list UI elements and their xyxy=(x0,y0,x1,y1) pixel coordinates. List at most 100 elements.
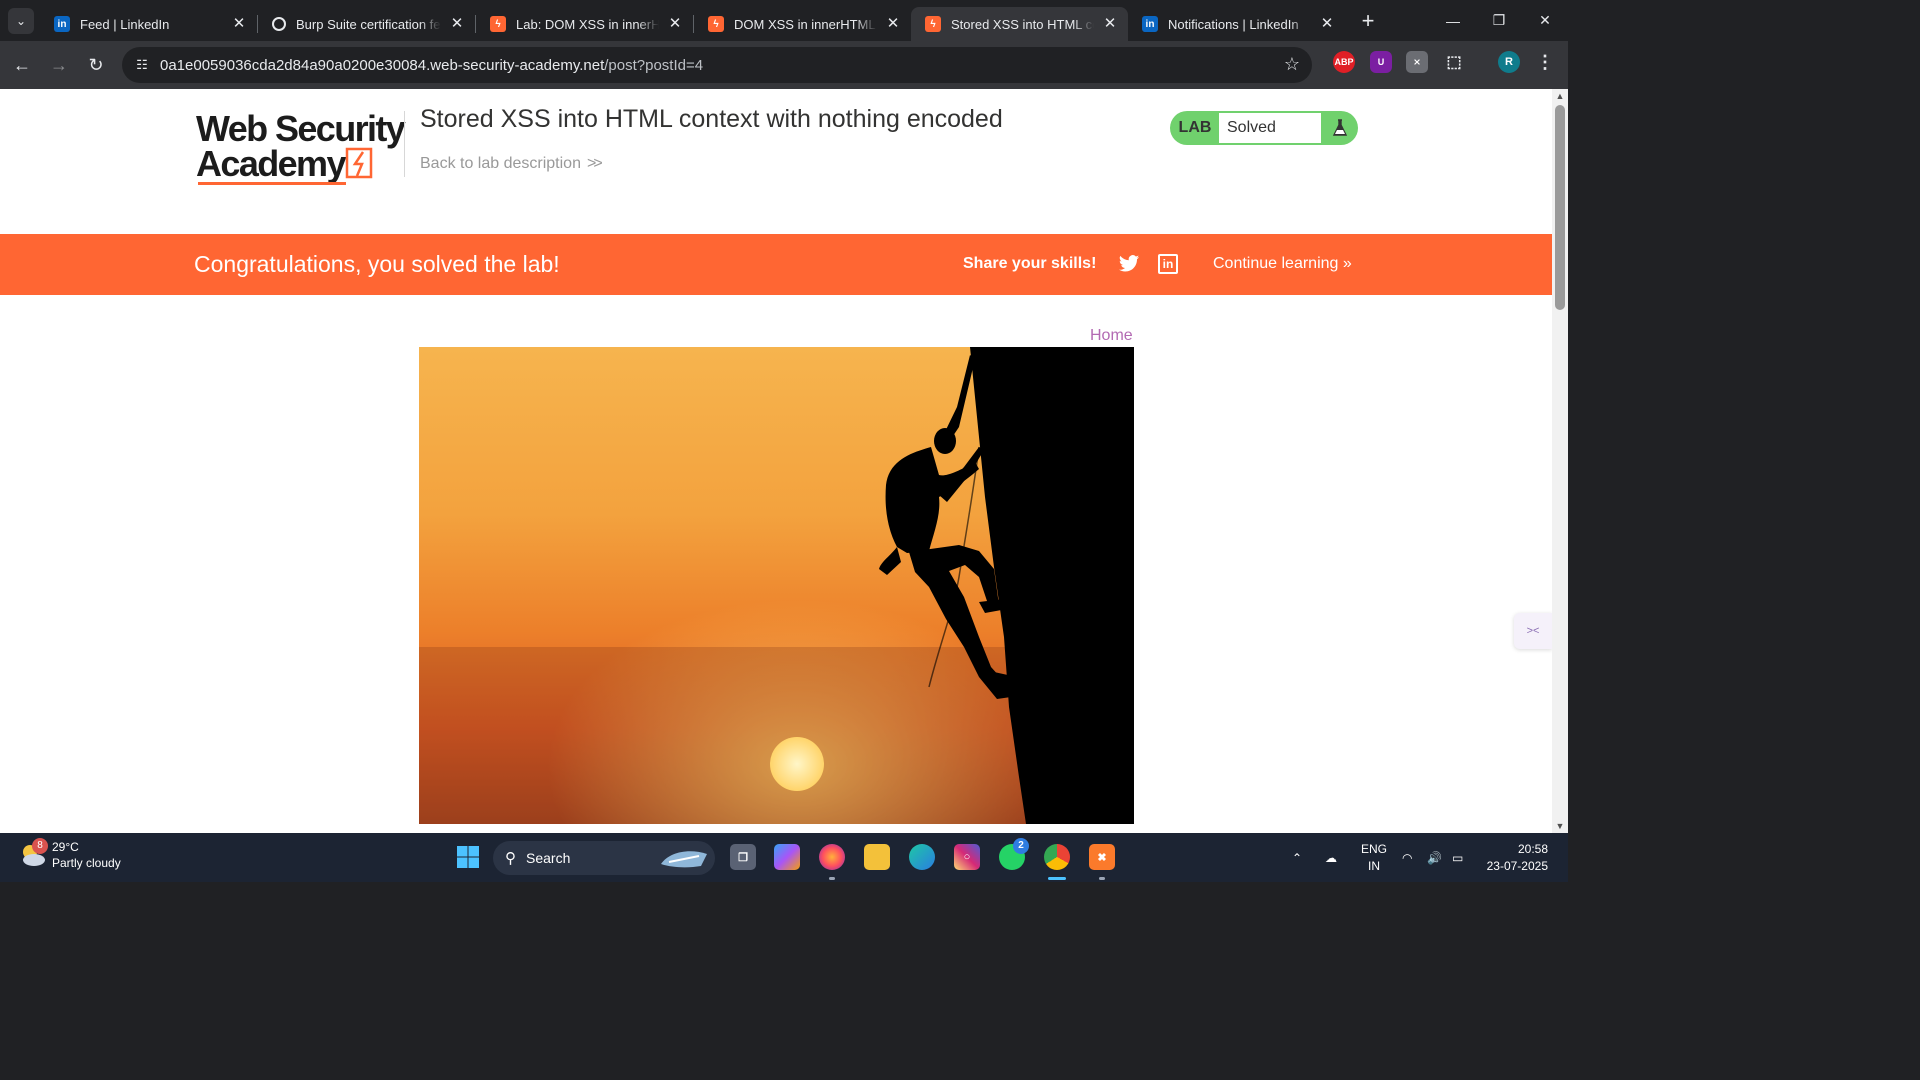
partly-cloudy-icon: 8 xyxy=(18,838,48,870)
system-clock[interactable]: 20:58 23-07-2025 xyxy=(1484,841,1548,875)
weather-desc: Partly cloudy xyxy=(52,856,121,870)
kebab-menu-icon[interactable]: ⋮ xyxy=(1534,51,1556,73)
minimize-icon[interactable]: — xyxy=(1430,0,1476,41)
profile-avatar[interactable]: R xyxy=(1498,51,1520,73)
lab-status-label: LAB xyxy=(1178,119,1212,136)
tab-search-button[interactable]: ⌄ xyxy=(8,7,34,34)
address-bar[interactable]: ☷ 0a1e0059036cda2d84a90a0200e30084.web-s… xyxy=(122,47,1312,83)
firefox-icon[interactable] xyxy=(819,844,845,870)
url-path: /post?postId=4 xyxy=(604,56,704,74)
close-icon[interactable]: ✕ xyxy=(667,16,683,32)
new-tab-button[interactable]: + xyxy=(1355,8,1381,34)
home-link[interactable]: Home xyxy=(1090,327,1133,345)
close-icon[interactable]: ✕ xyxy=(1319,16,1335,32)
linkedin-share-icon[interactable]: in xyxy=(1158,254,1178,274)
tab-title: DOM XSS in innerHTML sink xyxy=(734,16,877,32)
edge-icon[interactable] xyxy=(909,844,935,870)
floating-extension-widget[interactable]: >< xyxy=(1514,613,1552,649)
search-icon: ⚲ xyxy=(505,850,516,867)
code-icon: >< xyxy=(1526,625,1540,637)
close-window-icon[interactable]: ✕ xyxy=(1522,0,1568,41)
running-indicator xyxy=(829,877,835,880)
reload-icon[interactable]: ↻ xyxy=(80,49,112,81)
windows-taskbar: 8 29°C Partly cloudy ⚲ Search ❐ ○ 2 ✖ ⌃ … xyxy=(0,833,1568,882)
solved-banner: Congratulations, you solved the lab! Sha… xyxy=(0,234,1552,295)
tab-burp-certification[interactable]: Burp Suite certification fee ✕ xyxy=(258,7,475,41)
bookmark-star-icon[interactable]: ☆ xyxy=(1284,54,1300,75)
wifi-icon[interactable]: ◠ xyxy=(1402,833,1412,882)
back-arrow-icon[interactable]: ← xyxy=(6,49,38,81)
search-highlight-icon xyxy=(661,851,707,868)
share-label: Share your skills! xyxy=(963,255,1097,272)
tab-linkedin-feed[interactable]: in Feed | LinkedIn ✕ xyxy=(40,7,257,41)
tab-title: Feed | LinkedIn xyxy=(80,16,170,32)
solved-message: Congratulations, you solved the lab! xyxy=(194,251,560,277)
clock-date: 23-07-2025 xyxy=(1486,859,1548,873)
file-explorer-icon[interactable] xyxy=(864,844,890,870)
search-label: Search xyxy=(526,850,571,866)
site-info-icon[interactable]: ☷ xyxy=(130,53,154,77)
taskbar-search[interactable]: ⚲ Search xyxy=(493,841,715,875)
extension-icon[interactable]: ⨯ xyxy=(1406,51,1428,73)
scroll-down-arrow-icon[interactable]: ▼ xyxy=(1552,819,1568,833)
region-code: IN xyxy=(1368,859,1380,873)
adblock-plus-icon[interactable]: ABP xyxy=(1333,51,1355,73)
tab-linkedin-notifications[interactable]: in Notifications | LinkedIn ✕ xyxy=(1128,7,1345,41)
header-divider xyxy=(404,111,405,177)
browser-toolbar: ← → ↻ ☷ 0a1e0059036cda2d84a90a0200e30084… xyxy=(0,41,1568,89)
window-controls: — ❐ ✕ xyxy=(1430,0,1568,41)
onedrive-icon[interactable]: ☁ xyxy=(1325,833,1337,882)
url-text[interactable]: 0a1e0059036cda2d84a90a0200e30084.web-sec… xyxy=(160,57,703,74)
url-host: 0a1e0059036cda2d84a90a0200e30084.web-sec… xyxy=(160,56,605,74)
web-security-academy-logo[interactable]: Web Security Academy xyxy=(196,109,406,189)
extensions-puzzle-icon[interactable]: ⬚ xyxy=(1443,51,1465,73)
instagram-icon[interactable]: ○ xyxy=(954,844,980,870)
close-icon[interactable]: ✕ xyxy=(1102,16,1118,32)
close-icon[interactable]: ✕ xyxy=(885,16,901,32)
tab-title: Notifications | LinkedIn xyxy=(1168,16,1299,32)
forward-arrow-icon[interactable]: → xyxy=(43,49,75,81)
copilot-icon[interactable] xyxy=(774,844,800,870)
weather-temp: 29°C xyxy=(52,840,79,854)
scrollbar-thumb[interactable] xyxy=(1555,105,1565,310)
volume-icon[interactable]: 🔊 xyxy=(1427,833,1442,882)
continue-learning-link[interactable]: Continue learning » xyxy=(1213,255,1352,273)
lab-status-widget: LAB Solved xyxy=(1170,111,1358,145)
climber-sunset-image xyxy=(419,347,1134,824)
show-hidden-icons[interactable]: ⌃ xyxy=(1292,833,1302,882)
tab-dom-xss-innerhtml[interactable]: ϟ DOM XSS in innerHTML sink ✕ xyxy=(694,7,911,41)
back-to-lab-link[interactable]: Back to lab description >> xyxy=(420,155,603,173)
scroll-up-arrow-icon[interactable]: ▲ xyxy=(1552,89,1568,103)
language-code: ENG xyxy=(1360,842,1387,856)
chevron-down-icon: ⌄ xyxy=(15,13,27,28)
whatsapp-badge: 2 xyxy=(1013,838,1029,854)
ublock-icon[interactable]: U xyxy=(1370,51,1392,73)
tab-lab-dom-xss[interactable]: ϟ Lab: DOM XSS in innerHTML ✕ xyxy=(476,7,693,41)
active-app-indicator xyxy=(1048,877,1066,880)
weather-widget[interactable]: 8 29°C Partly cloudy xyxy=(18,838,121,871)
battery-icon[interactable]: ▭ xyxy=(1452,833,1463,882)
double-chevron-icon: » xyxy=(1342,255,1352,272)
logo-line2: Academy xyxy=(196,143,346,184)
openai-icon xyxy=(272,17,286,31)
tab-title: Burp Suite certification fee xyxy=(296,16,441,32)
xampp-icon[interactable]: ✖ xyxy=(1089,844,1115,870)
page-viewport: Web Security Academy Stored XSS into HTM… xyxy=(0,89,1552,833)
tab-strip: ⌄ in Feed | LinkedIn ✕ Burp Suite certif… xyxy=(0,0,1568,41)
chrome-icon[interactable] xyxy=(1044,844,1070,870)
blog-post-image xyxy=(419,347,1134,824)
windows-start-icon[interactable] xyxy=(455,844,481,870)
twitter-icon[interactable] xyxy=(1118,254,1140,274)
tab-title: Lab: DOM XSS in innerHTML xyxy=(516,16,659,32)
tab-stored-xss[interactable]: ϟ Stored XSS into HTML context ✕ xyxy=(911,7,1128,41)
running-indicator xyxy=(1099,877,1105,880)
whatsapp-icon[interactable]: 2 xyxy=(999,838,1029,870)
restore-icon[interactable]: ❐ xyxy=(1476,0,1522,41)
page-scrollbar[interactable]: ▲ ▼ xyxy=(1552,89,1568,833)
task-view-icon[interactable]: ❐ xyxy=(730,844,756,870)
lab-status-value: Solved xyxy=(1219,113,1321,143)
close-icon[interactable]: ✕ xyxy=(449,16,465,32)
language-indicator[interactable]: ENG IN xyxy=(1360,841,1388,875)
back-link-label: Back to lab description xyxy=(420,155,581,172)
close-icon[interactable]: ✕ xyxy=(231,16,247,32)
